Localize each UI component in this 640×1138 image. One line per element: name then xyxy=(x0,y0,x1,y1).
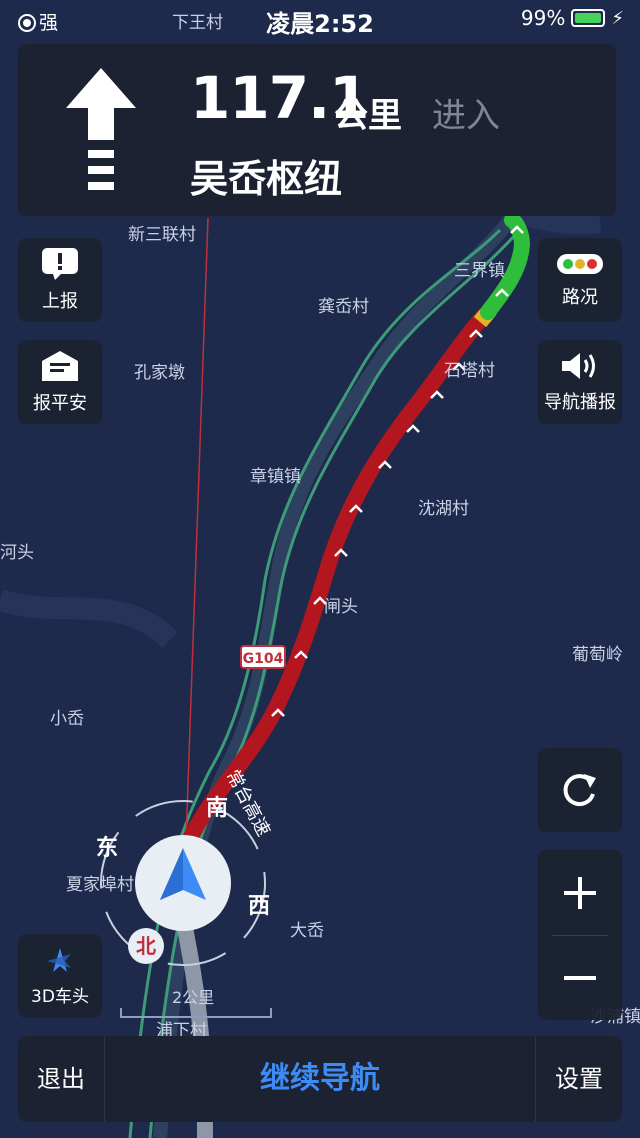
continue-navigation-button[interactable]: 继续导航 xyxy=(104,1036,536,1122)
3d-heading-label: 3D车头 xyxy=(31,986,89,1007)
refresh-route-button[interactable] xyxy=(538,748,622,832)
report-button[interactable]: 上报 xyxy=(18,238,102,322)
battery-indicator: 99% ⚡ xyxy=(521,6,624,30)
next-road-name: 吴岙枢纽 xyxy=(190,157,343,201)
g104-shield: G104 xyxy=(240,645,286,669)
label-sanjie: 三界镇 xyxy=(454,261,505,281)
scale-bar xyxy=(120,1008,272,1018)
label-daao: 大岙 xyxy=(290,921,324,941)
refresh-icon xyxy=(563,774,596,807)
label-hetou: 河头 xyxy=(0,543,34,563)
battery-icon xyxy=(571,9,606,27)
traffic-button[interactable]: 路况 xyxy=(538,238,622,322)
label-zhatou: 闸头 xyxy=(324,597,358,617)
turn-guidance-card: 117.1 公里 进入 吴岙枢纽 xyxy=(18,44,616,216)
traffic-label: 路况 xyxy=(562,287,598,308)
envelope-icon xyxy=(42,351,78,381)
speaker-icon xyxy=(562,353,595,379)
compass-east: 东 xyxy=(96,836,119,861)
voice-label: 导航播报 xyxy=(544,392,616,413)
label-shitacun: 石塔村 xyxy=(444,361,495,381)
svg-text:G104: G104 xyxy=(243,651,284,667)
report-safe-button[interactable]: 报平安 xyxy=(18,340,102,424)
compass-south: 南 xyxy=(206,796,229,821)
label-gongao: 龚岙村 xyxy=(318,297,369,317)
label-zhangzhen: 章镇镇 xyxy=(250,467,301,487)
zoom-control xyxy=(538,850,622,1020)
3d-compass-icon xyxy=(47,947,71,972)
bottom-bar: 退出 继续导航 设置 xyxy=(18,1036,622,1122)
voice-broadcast-button[interactable]: 导航播报 xyxy=(538,340,622,424)
charging-icon: ⚡ xyxy=(611,7,624,29)
minus-icon xyxy=(564,975,596,980)
plus-icon xyxy=(564,876,596,909)
compass-west: 西 xyxy=(248,894,271,919)
distance-unit: 公里 xyxy=(334,96,402,136)
3d-heading-button[interactable]: 3D车头 xyxy=(18,934,102,1018)
settings-button[interactable]: 设置 xyxy=(536,1036,622,1122)
battery-text: 99% xyxy=(520,6,566,30)
status-bar: 强 凌晨2:52 99% ⚡ xyxy=(0,0,640,38)
label-xinsanlian: 新三联村 xyxy=(128,225,196,245)
zoom-out-button[interactable] xyxy=(538,936,622,1020)
report-safe-label: 报平安 xyxy=(33,393,87,414)
report-label: 上报 xyxy=(42,291,78,312)
scale-label: 2公里 xyxy=(172,988,215,1007)
zoom-in-button[interactable] xyxy=(538,851,622,935)
straight-arrow-icon xyxy=(66,68,136,190)
report-icon xyxy=(42,248,78,280)
compass-north: 北 xyxy=(128,928,164,964)
exit-button[interactable]: 退出 xyxy=(18,1036,104,1122)
label-kongjiadun: 孔家墩 xyxy=(134,363,185,383)
battery-fill xyxy=(575,13,602,23)
traffic-light-icon xyxy=(557,254,603,274)
label-putaoling: 葡萄岭 xyxy=(572,645,623,665)
compass-ring xyxy=(100,800,266,966)
maneuver-action: 进入 xyxy=(432,96,500,136)
label-shenhu: 沈湖村 xyxy=(418,499,469,519)
label-xiaoao: 小岙 xyxy=(50,709,84,729)
